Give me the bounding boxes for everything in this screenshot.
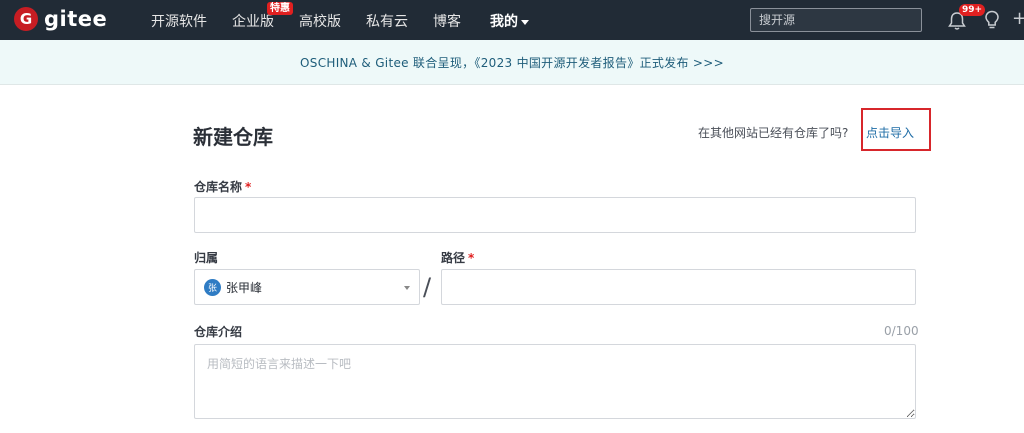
page-title: 新建仓库 <box>193 125 273 149</box>
owner-label: 归属 <box>194 251 219 265</box>
lightbulb-icon[interactable] <box>984 10 1000 30</box>
announcement-link[interactable]: OSCHINA & Gitee 联合呈现，《2023 中国开源开发者报告》正式发… <box>300 54 724 71</box>
nav-item-open-source[interactable]: 开源软件 <box>151 11 207 31</box>
repo-name-input[interactable] <box>194 197 916 233</box>
repo-name-label: 仓库名称 * <box>194 180 252 194</box>
path-separator: / <box>423 273 432 301</box>
promo-badge: 特惠 <box>267 2 293 15</box>
avatar: 张 <box>204 279 221 296</box>
nav-item-university[interactable]: 高校版 <box>299 11 341 31</box>
nav-item-mine[interactable]: 我的 <box>490 11 529 31</box>
chevron-down-icon <box>521 19 529 25</box>
nav-item-blog[interactable]: 博客 <box>433 11 461 31</box>
chevron-down-icon <box>404 286 410 290</box>
top-nav: G gitee 开源软件 企业版 特惠 高校版 私有云 博客 我的 99+ + <box>0 0 1024 40</box>
owner-name: 张甲峰 <box>226 281 263 295</box>
search-input[interactable] <box>750 8 922 32</box>
gitee-logo[interactable]: G gitee <box>14 7 107 31</box>
gitee-logo-text: gitee <box>44 7 108 31</box>
required-mark: * <box>468 251 475 265</box>
notification-count-badge: 99+ <box>959 4 986 16</box>
path-label: 路径 * <box>441 251 475 265</box>
required-mark: * <box>245 180 252 194</box>
description-char-counter: 0/100 <box>884 324 919 338</box>
gitee-logo-icon: G <box>14 7 38 31</box>
plus-icon[interactable]: + <box>1012 8 1024 29</box>
nav-item-mine-label: 我的 <box>490 14 518 30</box>
repo-description-label: 仓库介绍 <box>194 325 243 339</box>
repo-description-textarea[interactable] <box>194 344 916 419</box>
owner-select[interactable]: 张 张甲峰 <box>194 269 420 305</box>
import-hint-text: 在其他网站已经有仓库了吗? <box>698 126 849 140</box>
import-repo-link[interactable]: 点击导入 <box>866 124 914 141</box>
path-input[interactable] <box>441 269 916 305</box>
announcement-banner: OSCHINA & Gitee 联合呈现，《2023 中国开源开发者报告》正式发… <box>0 40 1024 85</box>
nav-item-private-cloud[interactable]: 私有云 <box>366 11 408 31</box>
